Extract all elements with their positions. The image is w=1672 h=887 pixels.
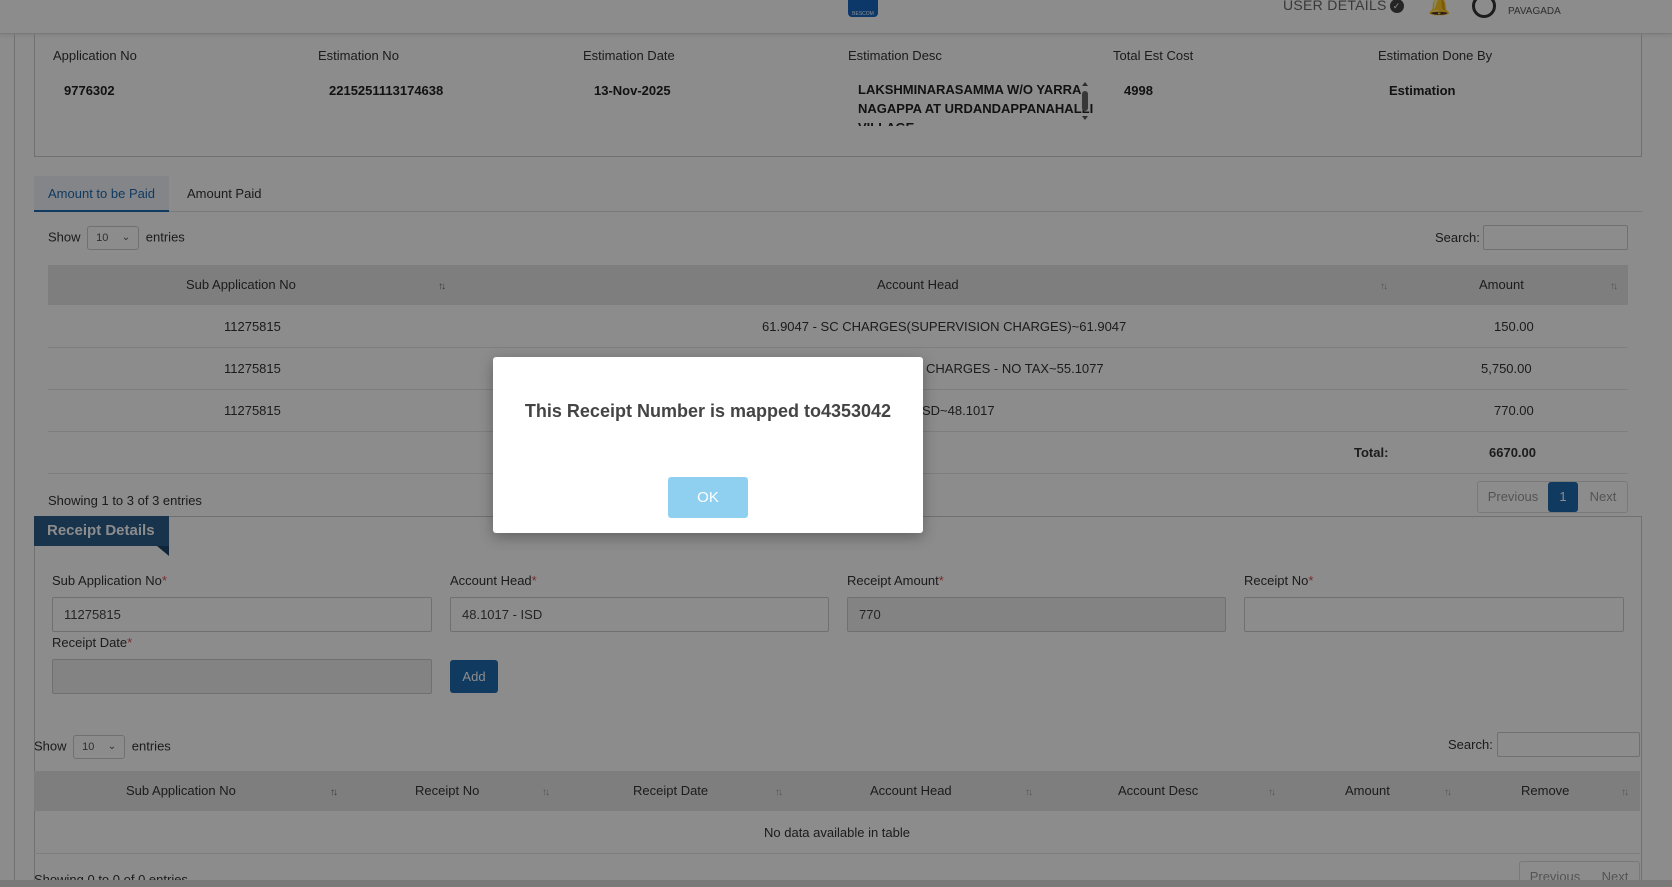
alert-dialog: This Receipt Number is mapped to4353042 … bbox=[493, 357, 923, 533]
ok-button[interactable]: OK bbox=[668, 477, 748, 518]
alert-message: This Receipt Number is mapped to4353042 bbox=[524, 401, 892, 421]
